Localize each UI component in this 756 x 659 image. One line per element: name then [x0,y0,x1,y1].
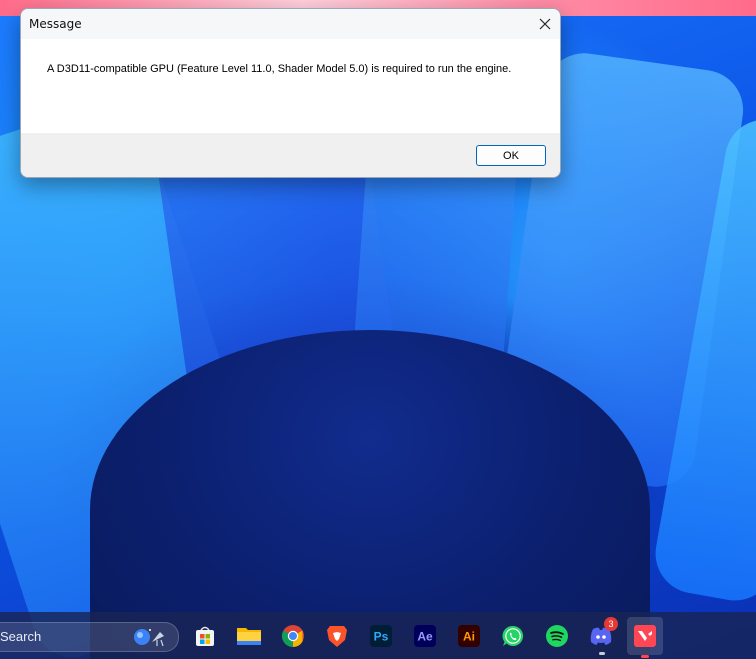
taskbar-discord[interactable]: 3 [585,617,618,655]
taskbar-photoshop[interactable]: Ps [365,620,397,652]
dialog-footer: OK [21,133,560,177]
spotify-icon [546,625,568,647]
taskbar-illustrator[interactable]: Ai [453,620,485,652]
store-icon [196,626,214,646]
taskbar-store[interactable] [189,620,221,652]
dialog-titlebar[interactable]: Message [21,9,560,39]
svg-text:Ai: Ai [463,630,475,644]
taskbar-chrome[interactable] [277,620,309,652]
taskbar-after-effects[interactable]: Ae [409,620,441,652]
dialog-message: A D3D11-compatible GPU (Feature Level 11… [47,63,512,75]
running-indicator [641,655,649,658]
dialog-title: Message [29,17,82,31]
search-box[interactable]: Search [0,622,179,652]
taskbar-valorant[interactable] [627,617,663,658]
after-effects-icon: Ae [414,625,436,647]
taskbar-whatsapp[interactable] [497,620,529,652]
message-dialog: Message A D3D11-compatible GPU (Feature … [20,8,561,178]
valorant-icon [634,625,656,647]
chrome-icon [282,625,304,647]
illustrator-icon: Ai [458,625,480,647]
photoshop-icon: Ps [370,625,392,647]
running-indicator [599,652,605,655]
taskbar-file-explorer[interactable] [233,620,265,652]
taskbar-spotify[interactable] [541,620,573,652]
taskbar-brave[interactable] [321,620,353,652]
folder-icon [237,628,261,645]
ok-button[interactable]: OK [476,145,546,166]
close-icon [539,18,551,30]
search-highlight-icon [134,629,164,647]
svg-text:Ae: Ae [417,630,433,644]
close-button[interactable] [530,9,560,39]
taskbar: Search Ps Ae Ai 3 [0,612,756,659]
whatsapp-icon [502,625,524,646]
discord-notification-badge: 3 [604,617,618,631]
search-label: Search [0,629,42,644]
brave-icon [327,626,347,647]
svg-text:Ps: Ps [374,630,389,644]
